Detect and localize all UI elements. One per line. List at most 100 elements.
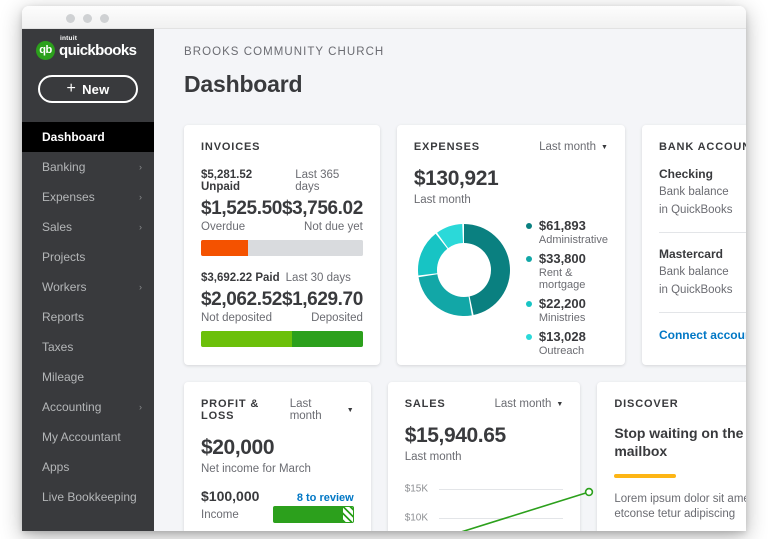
sidebar-item-sales[interactable]: Sales › (22, 212, 154, 242)
legend-color-dot (525, 222, 532, 229)
bar-segment-notdue (247, 240, 363, 256)
invoices-notdeposited-label: Not deposited (201, 312, 272, 324)
invoices-deposited-label: Deposited (311, 312, 363, 324)
bank-accounts-list: Checking Bank balance in QuickBooks Masterc… (658, 153, 746, 313)
new-button[interactable]: + New (38, 75, 138, 103)
expenses-card[interactable]: EXPENSES Last month ▼ $130,921 Last mont… (396, 125, 625, 365)
page-title: Dashboard (184, 71, 303, 97)
new-button-label: New (82, 81, 110, 97)
expenses-period-dropdown[interactable]: Last month ▼ (539, 141, 608, 153)
legend-item[interactable]: $13,028 Outreach (525, 329, 608, 357)
chevron-right-icon: › (139, 222, 142, 232)
chevron-down-icon: ▼ (556, 400, 564, 408)
expenses-subtitle: Last month (413, 194, 471, 206)
window-maximize-dot[interactable] (100, 14, 109, 23)
invoices-notdue-label: Not due yet (304, 221, 363, 233)
sales-period-dropdown[interactable]: Last month ▼ (494, 398, 563, 410)
legend-amount: $61,893 (538, 218, 586, 233)
legend-item[interactable]: $22,200 Ministries (525, 296, 608, 324)
invoices-deposited-value: $1,629.70 (281, 289, 363, 310)
sales-total: $15,940.65 (404, 424, 507, 447)
invoices-unpaid-bar[interactable] (201, 240, 363, 256)
invoices-paid-line: $3,692.22 Paid Last 30 days (201, 272, 363, 284)
sidebar-item-label: Banking (42, 160, 86, 174)
pl-income-bar-row: Income (201, 506, 354, 523)
sales-line-chart[interactable]: $15K $10K (404, 475, 593, 531)
legend-color-dot (525, 255, 532, 262)
legend-item[interactable]: $33,800 Rent & mortgage (525, 251, 608, 291)
expenses-donut-chart[interactable] (414, 216, 516, 362)
bank-account-name: Mastercard (658, 247, 723, 261)
connect-account-link[interactable]: Connect account (659, 328, 746, 342)
legend-item[interactable]: $61,893 Administrative (525, 218, 608, 246)
expenses-card-header: EXPENSES Last month ▼ (414, 141, 608, 153)
invoices-unpaid-range: Last 365 days (295, 169, 340, 193)
discover-headline: Stop waiting on the mailbox (614, 424, 746, 460)
dashboard-cards: INVOICES $5,281.52 Unpaid Last 365 days … (184, 125, 746, 531)
sidebar-item-reports[interactable]: Reports (22, 302, 154, 332)
sidebar-item-dashboard[interactable]: Dashboard (22, 122, 154, 152)
invoices-unpaid-line: $5,281.52 Unpaid Last 365 days (201, 169, 363, 193)
sidebar-item-my-accountant[interactable]: My Accountant (22, 422, 154, 452)
sidebar-item-projects[interactable]: Projects (22, 242, 154, 272)
discover-card[interactable]: DISCOVER Stop waiting on the mailbox Lor… (597, 382, 746, 531)
sidebar-item-mileage[interactable]: Mileage (22, 362, 154, 392)
invoices-paid-amount: $3,692.22 Paid (201, 272, 280, 284)
discover-card-header: DISCOVER (614, 398, 746, 410)
sidebar-item-label: Live Bookkeeping (42, 490, 137, 504)
sales-ytick-10k: $10K (404, 512, 429, 524)
invoices-card-title: INVOICES (201, 141, 261, 153)
legend-category: Rent & mortgage (538, 267, 586, 291)
window-close-dot[interactable] (66, 14, 75, 23)
legend-amount-row: $33,800 (525, 251, 608, 266)
sidebar-item-taxes[interactable]: Taxes (22, 332, 154, 362)
bank-accounts-card[interactable]: BANK ACCOUNTS Checking Bank balance in Qui… (641, 125, 746, 365)
window-titlebar (22, 6, 746, 29)
bank-account-balance-line2: in QuickBooks (658, 284, 733, 296)
intuit-label: intuit (60, 34, 78, 42)
company-name: BROOKS COMMUNITY CHURCH (184, 46, 385, 58)
sidebar-item-banking[interactable]: Banking › (22, 152, 154, 182)
bank-account-row[interactable]: Checking Bank balance in QuickBooks (658, 153, 746, 233)
invoices-card[interactable]: INVOICES $5,281.52 Unpaid Last 365 days … (184, 125, 380, 365)
invoices-card-header: INVOICES (201, 141, 363, 153)
expenses-body: $61,893 Administrative $33,800 Rent & mortg… (414, 216, 608, 362)
sidebar-item-label: Apps (42, 460, 70, 474)
sidebar-item-accounting[interactable]: Accounting › (22, 392, 154, 422)
pl-period-dropdown[interactable]: Last month ▼ (290, 398, 354, 422)
divider (658, 312, 746, 313)
window-minimize-dot[interactable] (83, 14, 92, 23)
legend-color-dot (525, 333, 532, 340)
sidebar-item-expenses[interactable]: Expenses › (22, 182, 154, 212)
sidebar-item-live-bookkeeping[interactable]: Live Bookkeeping (22, 482, 154, 512)
pl-income-bar[interactable] (273, 506, 354, 523)
discover-headline-line2: mailbox (614, 443, 668, 459)
donut-segment-administrative[interactable] (463, 224, 510, 315)
expenses-period-label: Last month (539, 141, 597, 153)
card-row-top: INVOICES $5,281.52 Unpaid Last 365 days … (184, 125, 746, 365)
sales-card-header: SALES Last month ▼ (405, 398, 564, 410)
invoices-unpaid-labels: Overdue Not due yet (201, 221, 363, 233)
profit-loss-card[interactable]: PROFIT & LOSS Last month ▼ $20,000 Net i… (184, 382, 371, 531)
pl-income-amount: $100,000 (201, 488, 260, 504)
pl-review-link[interactable]: 8 to review (297, 492, 354, 504)
invoices-paid-labels: Not deposited Deposited (201, 312, 363, 324)
chevron-right-icon: › (139, 192, 142, 202)
sales-card[interactable]: SALES Last month ▼ $15,940.65 Last month… (387, 382, 593, 531)
quickbooks-logo[interactable]: qb intuit quickbooks (22, 29, 154, 60)
bank-account-balance-line2: in QuickBooks (658, 204, 733, 216)
bar-segment-overdue (201, 240, 248, 256)
sidebar-item-apps[interactable]: Apps (22, 452, 154, 482)
invoices-paid-bar[interactable] (201, 331, 363, 347)
sidebar-nav: Dashboard Banking › Expenses › Sales › Projects… (22, 122, 154, 512)
sales-subtitle: Last month (404, 451, 462, 463)
donut-segment-rent-mortgage[interactable] (418, 274, 472, 316)
pl-card-title: PROFIT & LOSS (201, 398, 260, 422)
legend-amount: $33,800 (538, 251, 586, 266)
bank-account-row[interactable]: Mastercard Bank balance in QuickBooks (658, 233, 746, 313)
chevron-down-icon: ▼ (601, 143, 608, 151)
bank-account-name: Checking (658, 167, 713, 181)
bar-segment-notdeposited (201, 331, 292, 347)
legend-category: Ministries (538, 312, 586, 324)
sidebar-item-workers[interactable]: Workers › (22, 272, 154, 302)
